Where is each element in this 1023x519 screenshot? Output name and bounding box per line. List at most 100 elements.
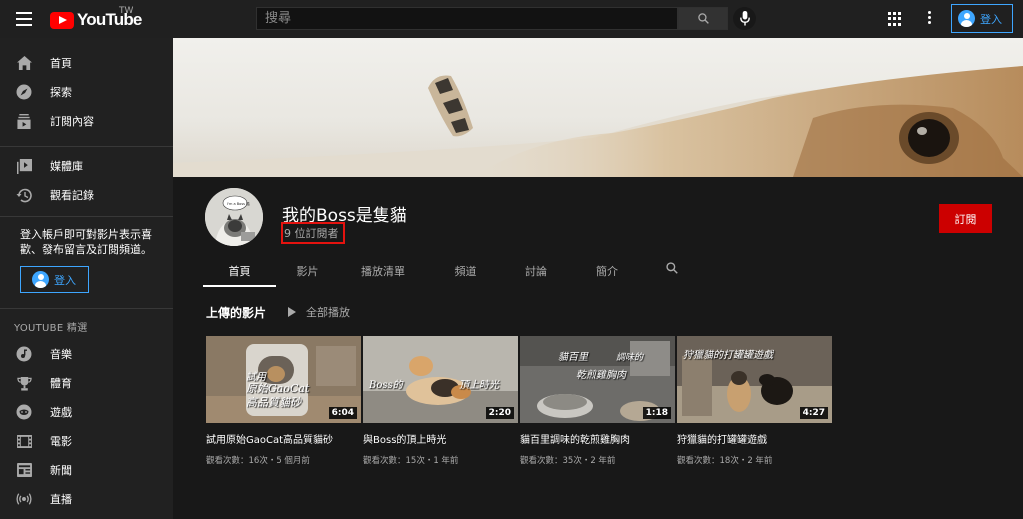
- sidebar-item-subscriptions[interactable]: 訂閱內容: [0, 106, 173, 136]
- video-duration: 4:27: [799, 407, 828, 419]
- channel-header: I'm a Boss 喵 我的Boss是隻貓 9 位訂閱者 訂閱 首頁 影片 播…: [173, 177, 1023, 287]
- search-icon: [666, 262, 678, 274]
- thumbnail-caption: 高品質貓砂: [246, 396, 301, 409]
- sidebar-divider: [0, 146, 173, 147]
- sidebar-item-music[interactable]: 音樂: [0, 339, 173, 369]
- cat-avatar-image: I'm a Boss 喵: [205, 188, 263, 246]
- sidebar-item-history[interactable]: 觀看記錄: [0, 180, 173, 210]
- thumbnail-caption: 狩獵貓的打罐罐遊戲: [683, 350, 773, 361]
- sign-in-label: 登入: [980, 12, 1002, 26]
- tab-home[interactable]: 首頁: [203, 255, 276, 287]
- sidebar-item-live[interactable]: 直播: [0, 484, 173, 514]
- video-card[interactable]: 試用 原始GaoCat 高品質貓砂 6:04 試用原始GaoCat高品質貓砂 觀…: [206, 336, 361, 466]
- sidebar-item-label: 新聞: [50, 464, 72, 477]
- channel-content: 上傳的影片 全部播放 試用 原始GaoCat 高品質貓砂 6:04 試用原始Ga…: [173, 287, 1023, 519]
- subscribe-button[interactable]: 訂閱: [939, 204, 992, 233]
- voice-search-button[interactable]: [733, 7, 756, 30]
- menu-icon[interactable]: [16, 12, 32, 26]
- video-meta: 觀看次數：15次・1 年前: [363, 456, 459, 466]
- live-icon: [16, 491, 32, 507]
- news-icon: [16, 462, 32, 478]
- sidebar-item-label: 直播: [50, 493, 72, 506]
- sidebar-item-label: 訂閱內容: [50, 115, 94, 128]
- video-thumbnail[interactable]: 試用 原始GaoCat 高品質貓砂 6:04: [206, 336, 361, 423]
- movie-icon: [16, 433, 32, 449]
- trophy-icon: [16, 375, 32, 391]
- sign-in-label: 登入: [54, 273, 76, 287]
- video-title[interactable]: 試用原始GaoCat高品質貓砂: [206, 431, 361, 446]
- thumbnail-caption: Boss的: [369, 380, 403, 391]
- video-thumbnail[interactable]: 狩獵貓的打罐罐遊戲 4:27: [677, 336, 832, 423]
- avatar-speech-bubble-text: I'm a Boss 喵: [227, 202, 250, 206]
- explore-icon: [16, 84, 32, 100]
- search-button[interactable]: [678, 7, 728, 30]
- history-icon: [16, 187, 32, 203]
- microphone-icon: [739, 11, 750, 26]
- play-icon: [288, 307, 296, 317]
- tab-videos[interactable]: 影片: [276, 255, 339, 287]
- youtube-logo[interactable]: YouTube TW: [50, 6, 142, 30]
- video-card[interactable]: Boss的 頂上時光 2:20 與Boss的頂上時光 觀看次數：15次・1 年前: [363, 336, 518, 466]
- video-duration: 1:18: [642, 407, 671, 419]
- tab-discussion[interactable]: 討論: [504, 255, 568, 287]
- thumbnail-caption: 乾煎雞胸肉: [576, 370, 626, 381]
- best-of-youtube-title: YOUTUBE 精選: [14, 323, 88, 334]
- sidebar-item-label: 媒體庫: [50, 160, 83, 173]
- search-input[interactable]: [256, 7, 678, 30]
- tab-playlists[interactable]: 播放清單: [339, 255, 427, 287]
- sidebar-item-label: 觀看記錄: [50, 189, 94, 202]
- music-icon: [16, 346, 32, 362]
- video-thumbnail[interactable]: 貓百里 調味的 乾煎雞胸肉 1:18: [520, 336, 675, 423]
- tab-about[interactable]: 簡介: [568, 255, 646, 287]
- search-icon: [697, 13, 709, 24]
- sidebar-item-movies[interactable]: 電影: [0, 426, 173, 456]
- library-icon: [16, 158, 32, 174]
- top-bar: YouTube TW 登入: [0, 0, 1023, 38]
- play-all-button[interactable]: 全部播放: [288, 304, 350, 320]
- video-duration: 2:20: [485, 407, 514, 419]
- cat-banner-image: [173, 66, 1023, 177]
- youtube-play-icon: [50, 11, 74, 29]
- tab-search[interactable]: [657, 255, 687, 287]
- uploads-section-title[interactable]: 上傳的影片: [206, 304, 266, 321]
- sidebar-item-library[interactable]: 媒體庫: [0, 151, 173, 181]
- sidebar-item-label: 體育: [50, 377, 72, 390]
- region-code: TW: [119, 6, 134, 16]
- channel-avatar[interactable]: I'm a Boss 喵: [205, 188, 263, 246]
- sign-in-prompt: 登入帳戶即可對影片表示喜歡、發布留言及訂閱頻道。: [20, 228, 152, 256]
- video-duration: 6:04: [328, 407, 357, 419]
- sidebar-item-label: 探索: [50, 86, 72, 99]
- sidebar-item-news[interactable]: 新聞: [0, 455, 173, 485]
- sidebar-item-gaming[interactable]: 遊戲: [0, 397, 173, 427]
- settings-more-icon[interactable]: [928, 11, 932, 27]
- play-all-label: 全部播放: [306, 306, 350, 319]
- subscriber-count: 9 位訂閱者: [281, 222, 345, 244]
- sign-in-button[interactable]: 登入: [951, 4, 1013, 33]
- video-meta: 觀看次數：18次・2 年前: [677, 456, 773, 466]
- sidebar-item-label: 電影: [50, 435, 72, 448]
- video-title[interactable]: 貓百里調味的乾煎雞胸肉: [520, 431, 675, 446]
- video-title[interactable]: 與Boss的頂上時光: [363, 431, 518, 446]
- tab-channels[interactable]: 頻道: [427, 255, 504, 287]
- video-card[interactable]: 貓百里 調味的 乾煎雞胸肉 1:18 貓百里調味的乾煎雞胸肉 觀看次數：35次・…: [520, 336, 675, 466]
- thumbnail-caption: 貓百里: [558, 352, 588, 363]
- video-card[interactable]: 狩獵貓的打罐罐遊戲 4:27 狩獵貓的打罐罐遊戲 觀看次數：18次・2 年前: [677, 336, 832, 466]
- apps-grid-icon[interactable]: [888, 12, 902, 26]
- account-icon: [32, 271, 49, 288]
- sidebar-item-label: 遊戲: [50, 406, 72, 419]
- sidebar-item-label: 首頁: [50, 57, 72, 70]
- account-icon: [958, 10, 975, 27]
- sidebar-item-explore[interactable]: 探索: [0, 77, 173, 107]
- sidebar-item-sports[interactable]: 體育: [0, 368, 173, 398]
- sidebar-item-label: 音樂: [50, 348, 72, 361]
- sidebar: 首頁 探索 訂閱內容 媒體庫 觀看記錄 登入帳戶即可對影片表示喜歡、發布留言及訂…: [0, 38, 173, 519]
- sidebar-sign-in-button[interactable]: 登入: [20, 266, 89, 293]
- sidebar-item-home[interactable]: 首頁: [0, 48, 173, 78]
- sidebar-divider: [0, 216, 173, 217]
- home-icon: [16, 55, 32, 71]
- video-meta: 觀看次數：16次・5 個月前: [206, 456, 310, 466]
- video-title[interactable]: 狩獵貓的打罐罐遊戲: [677, 431, 832, 446]
- gaming-icon: [16, 404, 32, 420]
- video-thumbnail[interactable]: Boss的 頂上時光 2:20: [363, 336, 518, 423]
- thumbnail-caption: 調味的: [616, 353, 644, 363]
